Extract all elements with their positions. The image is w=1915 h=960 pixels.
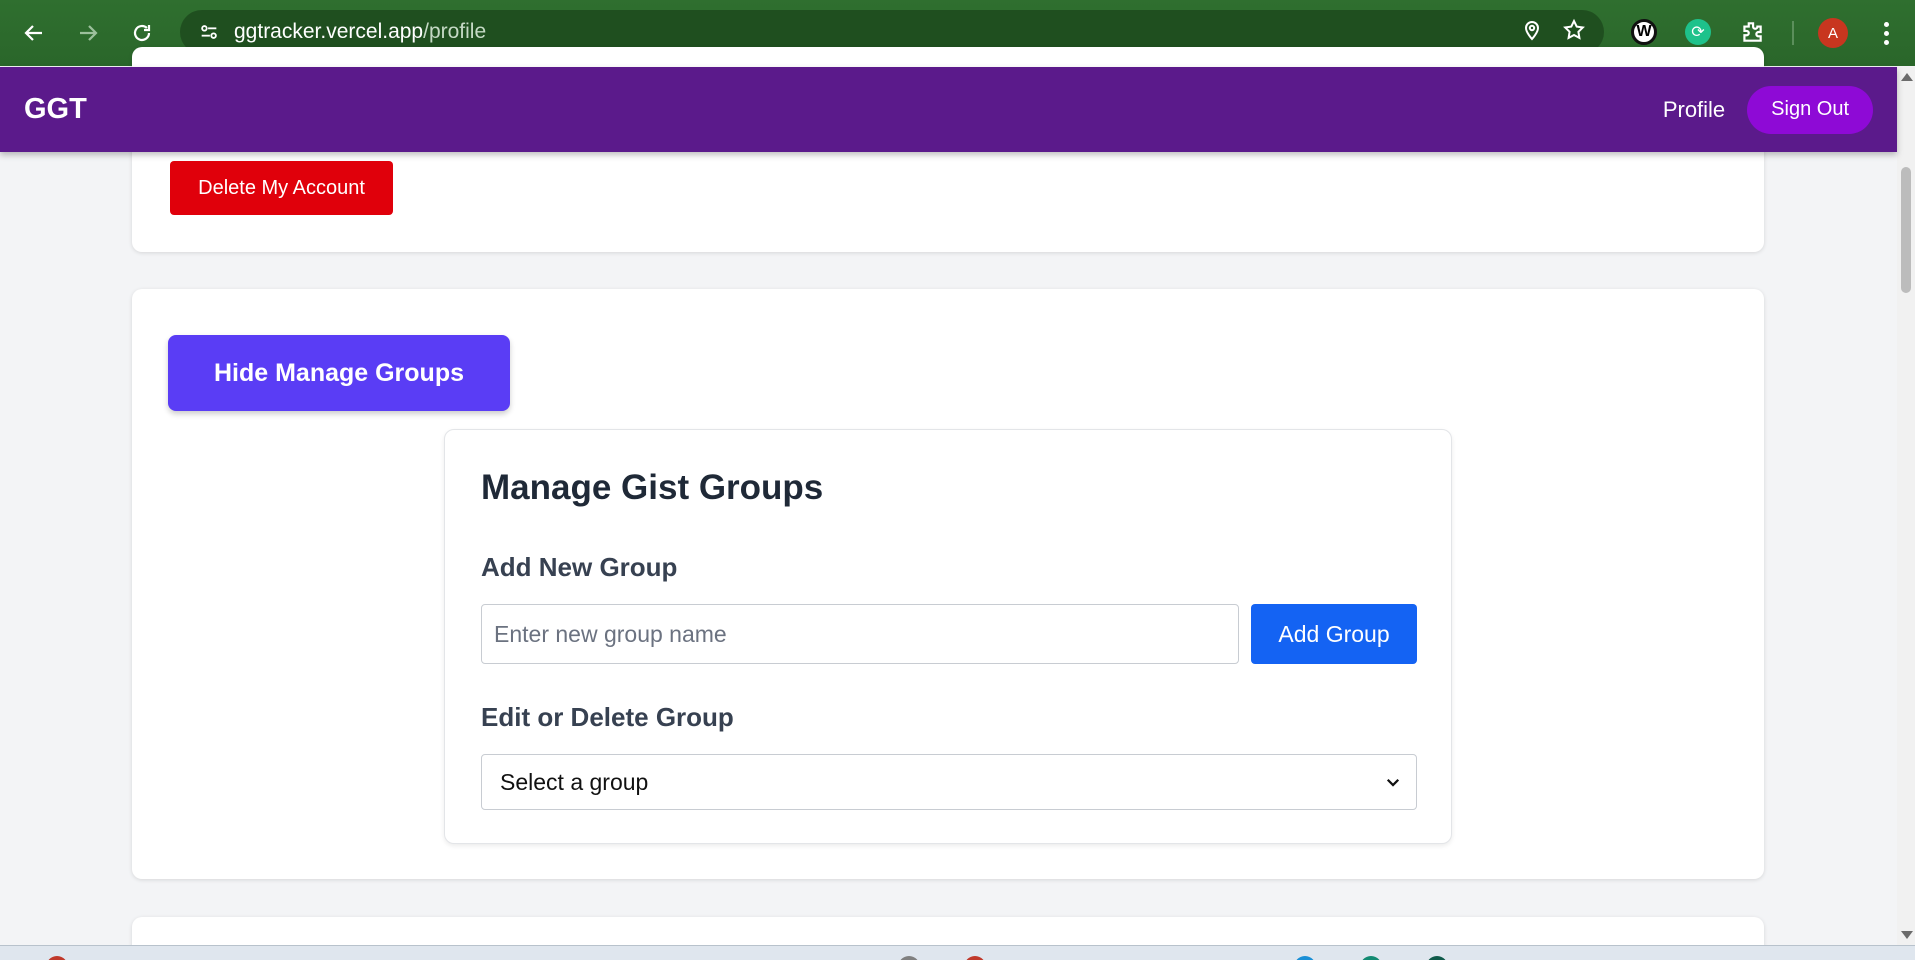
- sign-out-button[interactable]: Sign Out: [1747, 85, 1873, 134]
- taskbar-app-icon[interactable]: [1426, 956, 1448, 960]
- scroll-thumb[interactable]: [1901, 167, 1911, 293]
- manage-groups-title: Manage Gist Groups: [481, 468, 824, 507]
- os-taskbar: [0, 945, 1915, 960]
- scroll-up-arrow-icon[interactable]: [1901, 73, 1913, 81]
- bookmark-star-icon[interactable]: [1562, 18, 1586, 47]
- edit-group-heading: Edit or Delete Group: [481, 702, 734, 732]
- delete-account-button[interactable]: Delete My Account: [170, 161, 393, 215]
- taskbar-app-icon[interactable]: [1294, 956, 1316, 960]
- extension-sync-icon[interactable]: ⟳: [1682, 16, 1714, 48]
- extensions-puzzle-icon[interactable]: [1736, 16, 1768, 48]
- group-select[interactable]: Select a group: [481, 754, 1417, 810]
- forward-arrow-icon[interactable]: [68, 13, 108, 53]
- profile-avatar[interactable]: A: [1818, 18, 1848, 48]
- app-navbar: GGT Profile Sign Out: [0, 67, 1897, 152]
- manage-groups-panel: Manage Gist Groups Add New Group Add Gro…: [444, 429, 1452, 844]
- page-scrollbar[interactable]: [1897, 67, 1915, 945]
- add-group-heading: Add New Group: [481, 552, 678, 582]
- extension-w-icon[interactable]: W: [1628, 16, 1660, 48]
- hide-manage-groups-button[interactable]: Hide Manage Groups: [168, 335, 510, 411]
- browser-menu-icon[interactable]: [1876, 18, 1896, 48]
- site-settings-icon[interactable]: [194, 17, 224, 47]
- taskbar-app-icon[interactable]: [46, 956, 68, 960]
- group-select-value: Select a group: [500, 768, 649, 795]
- back-arrow-icon[interactable]: [14, 13, 54, 53]
- add-group-button[interactable]: Add Group: [1251, 604, 1417, 664]
- toolbar-divider: [1792, 21, 1794, 45]
- url-text: ggtracker.vercel.app/profile: [234, 20, 487, 43]
- location-pin-icon[interactable]: [1520, 18, 1544, 47]
- new-group-name-input[interactable]: [481, 604, 1239, 664]
- taskbar-app-icon[interactable]: [898, 956, 920, 960]
- profile-link[interactable]: Profile: [1663, 97, 1725, 123]
- groups-card: Hide Manage Groups Manage Gist Groups Ad…: [132, 289, 1764, 879]
- taskbar-app-icon[interactable]: [964, 956, 986, 960]
- chevron-down-icon: [1386, 778, 1400, 787]
- brand-logo[interactable]: GGT: [24, 93, 87, 126]
- scroll-down-arrow-icon[interactable]: [1901, 931, 1913, 939]
- taskbar-app-icon[interactable]: [1360, 956, 1382, 960]
